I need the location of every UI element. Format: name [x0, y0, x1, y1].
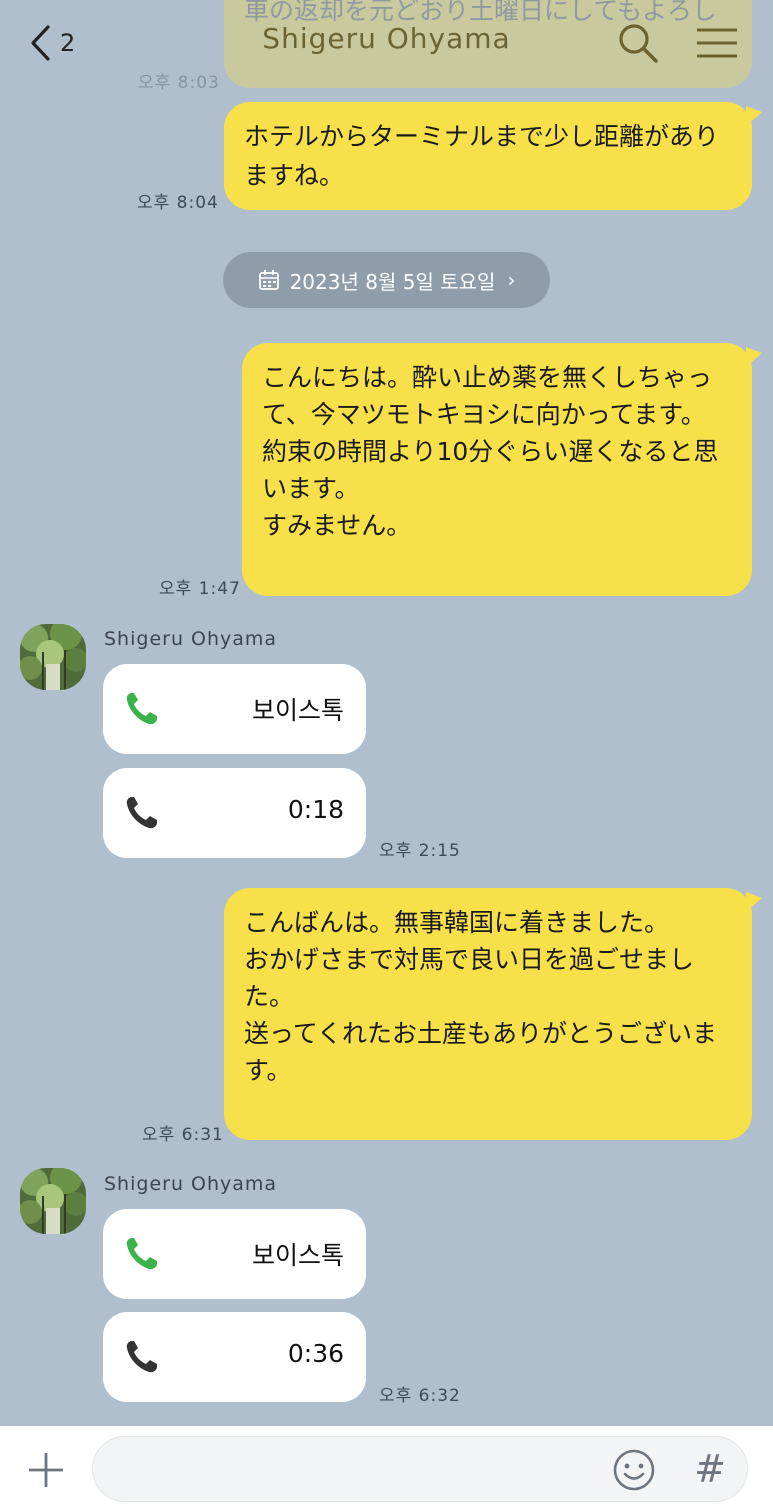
message-time: 오후 8:03 [138, 73, 220, 93]
date-divider-label: 2023년 8월 5일 토요일 [289, 269, 496, 294]
message-text: ホテルからターミナルまで少し距離があり ますね。 [244, 122, 720, 190]
voice-call-card[interactable]: 0:36 [103, 1312, 366, 1402]
message-bubble-partial[interactable]: 車の返却を元どおり土曜日にしてもよろし [224, 0, 752, 88]
bubble-tail [746, 892, 762, 912]
chevron-left-icon [31, 25, 50, 61]
back-button[interactable]: 2 [28, 20, 92, 66]
calendar-icon [258, 270, 279, 290]
my-message-bubble[interactable]: ホテルからターミナルまで少し距離があり ますね。 [224, 102, 762, 210]
message-time: 오후 2:15 [379, 841, 461, 861]
bubble-tail [746, 106, 762, 126]
bubble-tail [746, 347, 762, 367]
phone-dark-icon [126, 1341, 157, 1373]
call-label: 보이스톡 [251, 696, 344, 725]
chevron-right-icon: › [507, 268, 516, 292]
unread-count: 2 [60, 29, 76, 57]
call-duration: 0:18 [287, 795, 344, 824]
message-text: 車の返却を元どおり土曜日にしてもよろし [244, 0, 718, 25]
emoji-icon [613, 1449, 655, 1491]
avatar[interactable] [20, 1168, 86, 1234]
emoji-button[interactable] [612, 1448, 656, 1492]
message-text: こんばんは。無事韓国に着きました。 おかげさまで対馬で良い日を過ごせまし た。 … [244, 908, 718, 1085]
my-message-bubble[interactable]: こんにちは。酔い止め薬を無くしちゃっ て、今マツモトキヨシに向かってます。 約束… [242, 343, 762, 596]
my-message-bubble[interactable]: こんばんは。無事韓国に着きました。 おかげさまで対馬で良い日を過ごせまし た。 … [224, 888, 762, 1140]
phone-green-icon [126, 693, 157, 725]
plus-button[interactable] [24, 1448, 68, 1492]
sender-name: Shigeru Ohyama [104, 1173, 278, 1195]
voice-call-card[interactable]: 보이스톡 [103, 664, 366, 754]
plus-icon [29, 1453, 63, 1487]
date-divider[interactable]: 2023년 8월 5일 토요일 › [223, 252, 550, 308]
message-time: 오후 6:32 [379, 1386, 461, 1406]
phone-green-icon [126, 1238, 157, 1270]
call-duration: 0:36 [287, 1339, 344, 1368]
avatar-image [20, 1168, 86, 1234]
message-input-bar: # [0, 1426, 773, 1512]
message-time: 오후 8:04 [137, 193, 219, 213]
message-text: こんにちは。酔い止め薬を無くしちゃっ て、今マツモトキヨシに向かってます。 約束… [262, 363, 719, 540]
message-time: 오후 6:31 [142, 1125, 224, 1145]
voice-call-card[interactable]: 보이스톡 [103, 1209, 366, 1299]
voice-call-card[interactable]: 0:18 [103, 768, 366, 858]
avatar[interactable] [20, 624, 86, 690]
call-label: 보이스톡 [251, 1241, 344, 1270]
sender-name: Shigeru Ohyama [104, 628, 278, 650]
phone-dark-icon [126, 797, 157, 829]
hash-icon[interactable]: # [688, 1444, 732, 1494]
message-time: 오후 1:47 [159, 579, 241, 599]
avatar-image [20, 624, 86, 690]
